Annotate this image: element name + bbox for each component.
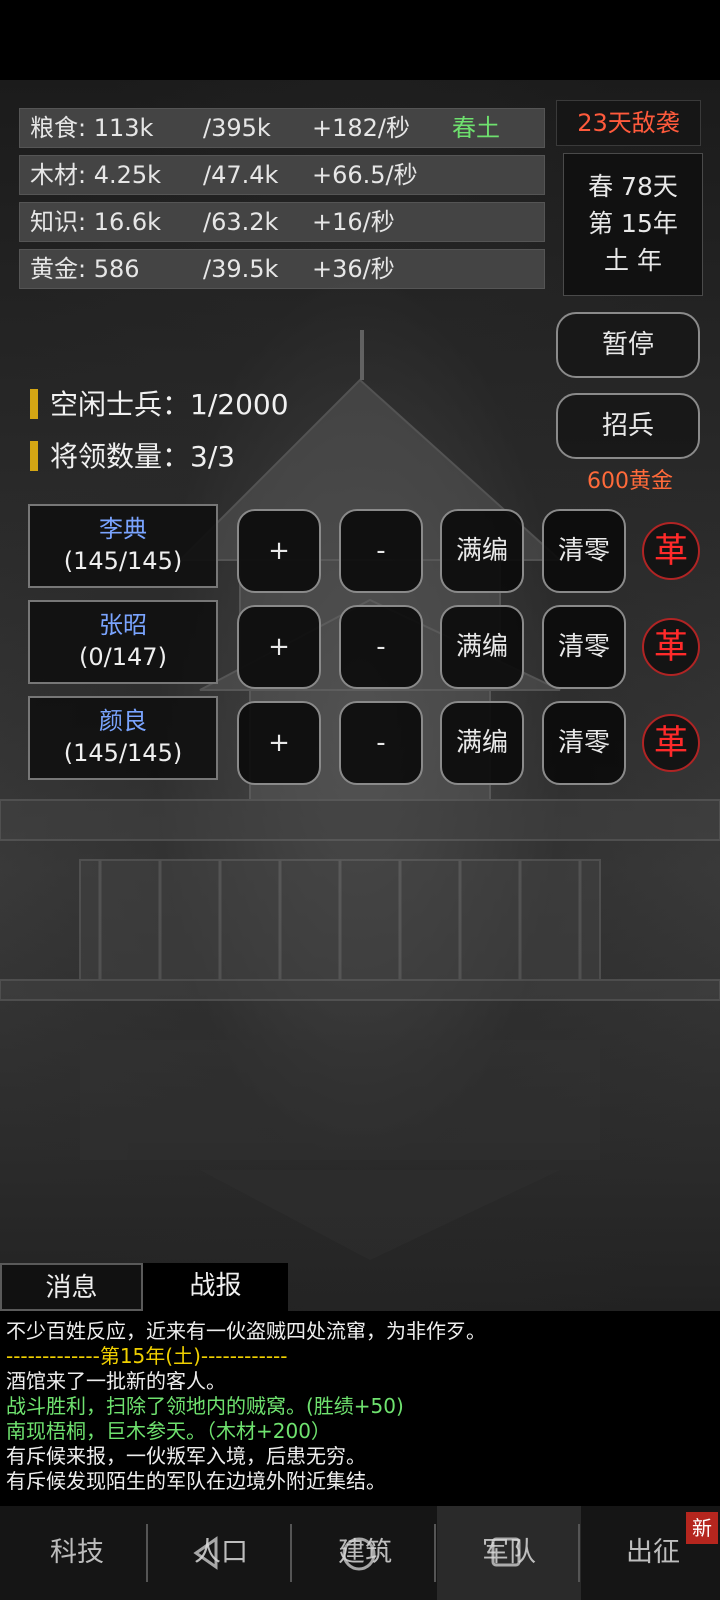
remove-troop-button[interactable]: - [339, 701, 423, 785]
general-troops: (145/145) [63, 547, 183, 575]
wood-amount: 木材: 4.25k [30, 161, 162, 189]
food-amount: 粮食: 113k [30, 114, 154, 142]
resource-row-wood: 木材: 4.25k /47.4k +66.5/秒 [19, 155, 545, 195]
add-troop-button[interactable]: + [237, 509, 321, 593]
general-card-2[interactable]: 张昭 (0/147) [28, 600, 218, 684]
date-year: 第 15年 [588, 209, 678, 238]
season-label: 春土 [452, 114, 500, 142]
status-bar [0, 0, 720, 80]
dismiss-general-button[interactable]: 革 [642, 618, 700, 676]
log-line: 不少百姓反应，近来有一伙盗贼四处流窜，为非作歹。 [6, 1319, 486, 1343]
idle-soldiers-stat: 空闲士兵：1/2000 [30, 383, 289, 423]
date-panel: 春 78天 第 15年 土 年 [563, 153, 703, 296]
nav-divider [578, 1524, 580, 1582]
general-card-3[interactable]: 颜良 (145/145) [28, 696, 218, 780]
log-line: 有斥候发现陌生的军队在边境外附近集结。 [6, 1469, 386, 1493]
enemy-attack-countdown: 23天敌袭 [556, 100, 701, 146]
dismiss-general-button[interactable]: 革 [642, 522, 700, 580]
generals-count-text: 将领数量：3/3 [50, 440, 236, 473]
add-troop-button[interactable]: + [237, 701, 321, 785]
knowledge-amount: 知识: 16.6k [30, 208, 162, 236]
clear-troops-button[interactable]: 清零 [542, 701, 626, 785]
tab-battle-report[interactable]: 战报 [143, 1263, 288, 1311]
recruit-button[interactable]: 招兵 [556, 393, 700, 459]
resource-row-food: 粮食: 113k /395k +182/秒 春土 [19, 108, 545, 148]
recent-apps-icon[interactable] [490, 1536, 522, 1568]
general-card-1[interactable]: 李典 (145/145) [28, 504, 218, 588]
dismiss-general-button[interactable]: 革 [642, 714, 700, 772]
log-line: 战斗胜利，扫除了领地内的贼窝。(胜绩+50) [6, 1394, 404, 1418]
log-line: -------------第15年(土)------------ [6, 1344, 288, 1368]
resource-row-gold: 黄金: 586 /39.5k +36/秒 [19, 249, 545, 289]
nav-divider [290, 1524, 292, 1582]
date-element-year: 土 年 [604, 246, 662, 275]
gold-amount: 黄金: 586 [30, 255, 140, 283]
fill-troops-button[interactable]: 满编 [440, 605, 524, 689]
tab-messages[interactable]: 消息 [0, 1263, 143, 1311]
wood-capacity: /47.4k [203, 161, 279, 189]
general-name: 张昭 [99, 611, 147, 639]
remove-troop-button[interactable]: - [339, 509, 423, 593]
generals-stat: 将领数量：3/3 [30, 435, 235, 475]
idle-soldiers-text: 空闲士兵：1/2000 [50, 388, 289, 421]
knowledge-capacity: /63.2k [203, 208, 279, 236]
remove-troop-button[interactable]: - [339, 605, 423, 689]
new-badge: 新 [686, 1512, 718, 1544]
general-troops: (0/147) [79, 643, 167, 671]
gold-capacity: /39.5k [203, 255, 279, 283]
general-name: 李典 [99, 515, 147, 543]
knowledge-rate: +16/秒 [312, 208, 395, 236]
marker-bar [30, 441, 38, 471]
food-rate: +182/秒 [312, 114, 411, 142]
clear-troops-button[interactable]: 清零 [542, 509, 626, 593]
food-capacity: /395k [203, 114, 271, 142]
log-line: 南现梧桐，巨木参天。（木材+200） [6, 1419, 331, 1443]
nav-divider [146, 1524, 148, 1582]
back-icon[interactable] [190, 1536, 224, 1570]
marker-bar [30, 389, 38, 419]
add-troop-button[interactable]: + [237, 605, 321, 689]
gold-rate: +36/秒 [312, 255, 395, 283]
nav-tech[interactable]: 科技 [5, 1506, 149, 1600]
pause-button[interactable]: 暂停 [556, 312, 700, 378]
log-line: 酒馆来了一批新的客人。 [6, 1369, 226, 1393]
resource-row-knowledge: 知识: 16.6k /63.2k +16/秒 [19, 202, 545, 242]
clear-troops-button[interactable]: 清零 [542, 605, 626, 689]
nav-divider [434, 1524, 436, 1582]
wood-rate: +66.5/秒 [312, 161, 418, 189]
general-name: 颜良 [99, 707, 147, 735]
event-log: 不少百姓反应，近来有一伙盗贼四处流窜，为非作歹。 -------------第1… [0, 1311, 720, 1506]
log-line: 有斥候来报，一伙叛军入境，后患无穷。 [6, 1444, 366, 1468]
fill-troops-button[interactable]: 满编 [440, 701, 524, 785]
fill-troops-button[interactable]: 满编 [440, 509, 524, 593]
general-troops: (145/145) [63, 739, 183, 767]
home-icon[interactable] [341, 1536, 377, 1572]
date-season-day: 春 78天 [588, 172, 678, 201]
recruit-cost: 600黄金 [587, 469, 673, 494]
